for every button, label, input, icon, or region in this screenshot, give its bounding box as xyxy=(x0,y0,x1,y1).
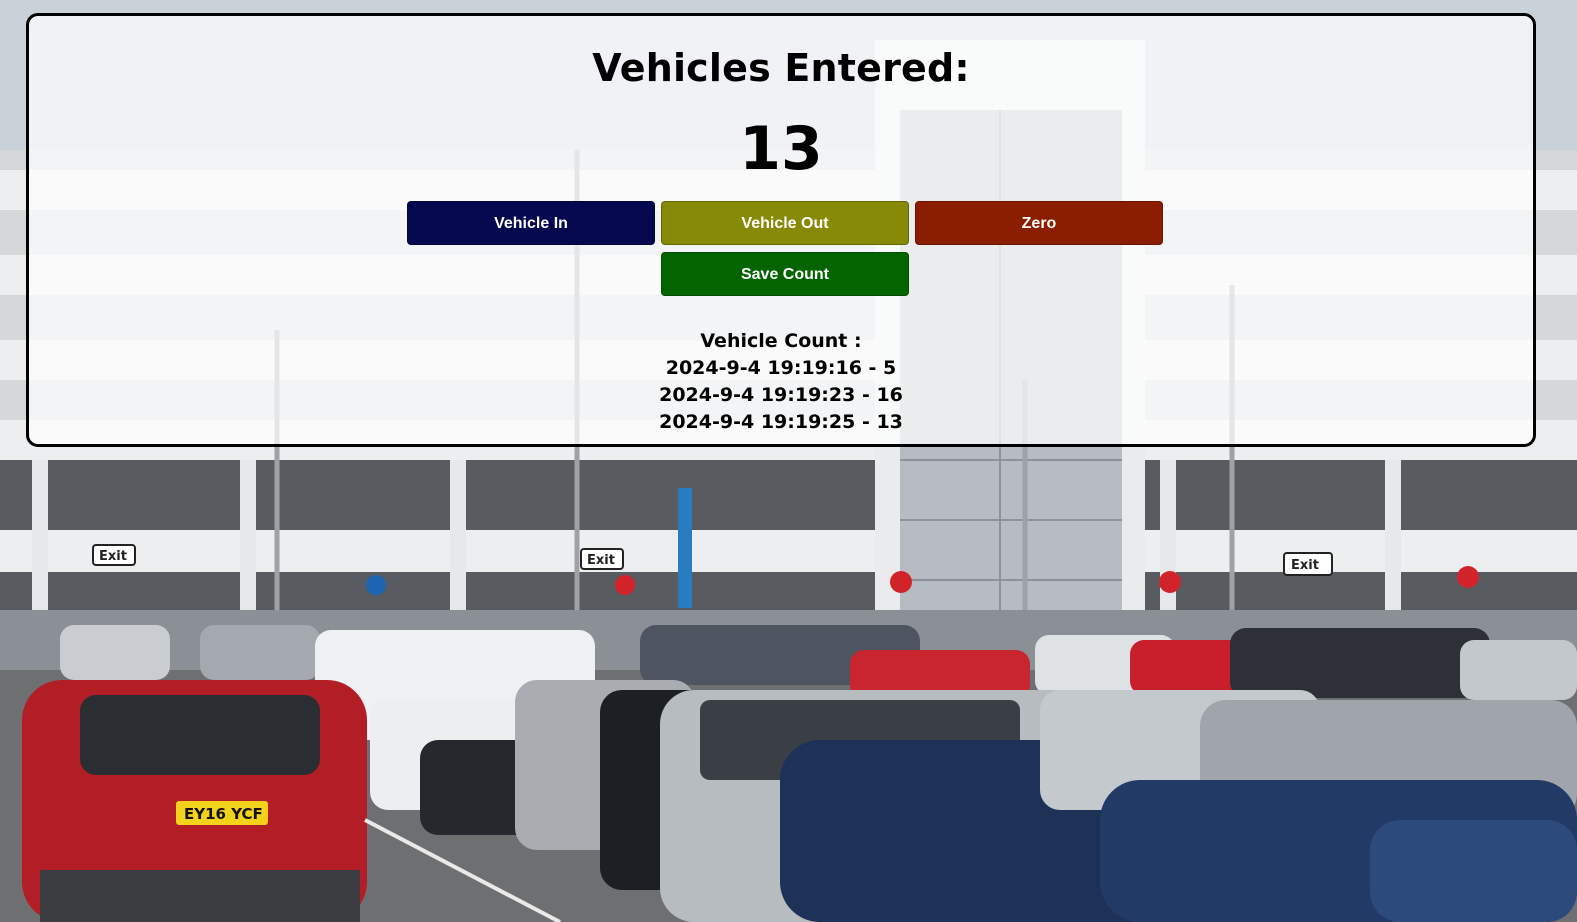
log-entry: 2024-9-4 19:19:23 - 16 xyxy=(659,384,903,406)
license-plate-text: EY16 YCF xyxy=(184,805,263,823)
log-entry: 2024-9-4 19:19:16 - 5 xyxy=(665,357,897,379)
zero-button[interactable]: Zero xyxy=(915,201,1163,245)
exit-sign-right: Exit xyxy=(1291,558,1319,573)
counter-title: Vehicles Entered: xyxy=(592,46,970,90)
exit-sign-left: Exit xyxy=(99,549,127,564)
vehicle-count-value: 13 xyxy=(739,114,823,184)
save-count-button[interactable]: Save Count xyxy=(661,252,909,296)
vehicle-count-log: Vehicle Count : 2024-9-4 19:19:16 - 5 20… xyxy=(29,328,1533,436)
vehicle-in-button[interactable]: Vehicle In xyxy=(407,201,655,245)
log-entry: 2024-9-4 19:19:25 - 13 xyxy=(659,411,903,433)
counter-panel: Vehicles Entered: 13 Vehicle In Vehicle … xyxy=(26,13,1536,447)
exit-sign-middle: Exit xyxy=(587,553,615,568)
vehicle-out-button[interactable]: Vehicle Out xyxy=(661,201,909,245)
log-heading: Vehicle Count : xyxy=(700,330,862,352)
